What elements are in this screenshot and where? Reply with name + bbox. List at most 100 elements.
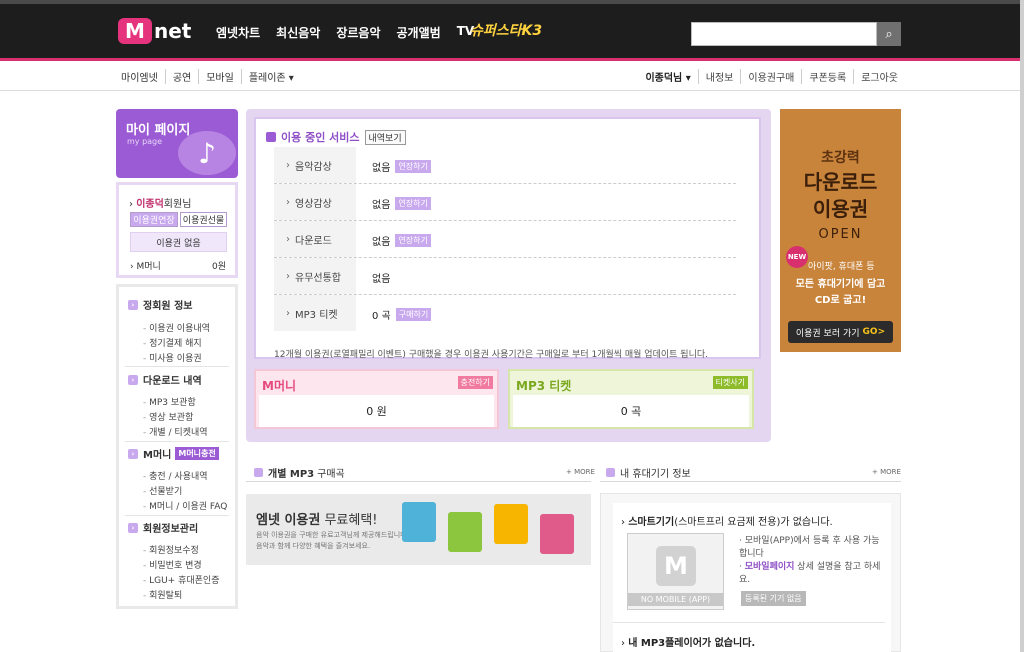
history-button[interactable]: 내역보기 (364, 129, 406, 145)
divider (600, 481, 901, 482)
service-value: 없음 (372, 274, 391, 285)
service-value: 없음 연장하기 (372, 196, 431, 211)
nav-genre[interactable]: 장르음악 (336, 24, 380, 41)
subnav-coupon[interactable]: 쿠폰등록 (802, 69, 855, 84)
service-row: 다운로드 없음연장하기 (274, 221, 736, 258)
user-box: › 이종덕회원님 이용권연장 이용권선물 이용권 없음 › M머니 0원 (116, 182, 238, 278)
sidebar-item-ticket-history[interactable]: 개별 / 티켓내역 (143, 425, 207, 438)
divider (613, 622, 885, 623)
services-panel: 이용 중인 서비스내역보기 음악감상 없음연장하기 영상감상 없음연장하기 다운… (246, 109, 771, 442)
new-badge: NEW (786, 246, 808, 268)
sidebar-item-withdraw[interactable]: 회원탈퇴 (143, 588, 182, 601)
pass-label: 이용권 (156, 238, 182, 249)
banner-title: 엠넷 이용권 무료혜택! (256, 513, 378, 528)
search-input[interactable] (691, 22, 877, 46)
nav-latest[interactable]: 최신음악 (276, 24, 320, 41)
view-pass-button[interactable]: 이용권 보러 가기 GO> (788, 321, 893, 343)
mnet-mobile-icon: M (656, 546, 696, 586)
mobile-page-link[interactable]: 모바일페이지 (745, 562, 795, 572)
nav-album[interactable]: 공개앨범 (397, 24, 441, 41)
service-label: MP3 티켓 (274, 295, 356, 331)
sidebar-item-unused-pass[interactable]: 미사용 이용권 (143, 351, 202, 364)
free-benefit-banner[interactable]: 엠넷 이용권 무료혜택! 음악 이용권을 구매한 유료고객님께 제공해드립니다.… (246, 494, 591, 565)
mypage-title: 마이 페이지 (126, 123, 191, 138)
services-note: 12개월 이용권(로열패밀리 이벤트) 구매했을 경우 이용권 사용기간은 구매… (274, 350, 708, 360)
buy-ticket-button[interactable]: 티켓사기 (712, 376, 748, 389)
sidebar-item-change-password[interactable]: 비밀번호 변경 (143, 558, 202, 571)
service-value: 없음 연장하기 (372, 233, 431, 248)
subnav-concert[interactable]: 공연 (166, 69, 200, 84)
service-label: 음악감상 (274, 147, 356, 183)
subnav-playzone[interactable]: 플레이존 ▾ (242, 69, 301, 84)
mp3-ticket-title: MP3 티켓 (516, 379, 572, 393)
sidebar-item-phone-auth[interactable]: LGU+ 휴대폰인증 (143, 573, 219, 586)
section-mmoney[interactable]: › M머니 M머니충전 (128, 446, 219, 461)
nav-chart[interactable]: 엠넷차트 (216, 24, 260, 41)
service-label: 유무선통합 (274, 258, 356, 294)
top-header: M net 엠넷차트 최신음악 장르음악 공개앨범 TV 슈퍼스타K3 ⌕ (0, 0, 1024, 61)
sidebar-item-edit-profile[interactable]: 회원정보수정 (143, 543, 199, 556)
download-pass-ad[interactable]: 초강력 다운로드 이용권 OPEN NEW 아이팟, 휴대폰 등 모든 휴대기기… (780, 109, 901, 352)
registered-devices-button[interactable]: 등록된 기기 없음 (741, 591, 806, 606)
extend-button[interactable]: 연장하기 (395, 197, 431, 210)
ad-line3: 이용권 (812, 197, 869, 221)
sub-nav: 마이엠넷 공연 모바일 플레이존 ▾ 이종덕님 ▾ 내정보 이용권구매 쿠폰등록… (0, 61, 1024, 91)
service-label: 다운로드 (274, 221, 356, 257)
search-bar: ⌕ (691, 22, 901, 46)
buy-button[interactable]: 구매하기 (395, 308, 432, 321)
sidebar-item-pass-history[interactable]: 이용권 이용내역 (143, 321, 210, 334)
smart-device-status: › 스마트기기(스마트프리 요금제 전용)가 없습니다. (621, 517, 833, 528)
section-downloads[interactable]: › 다운로드 내역 (128, 372, 202, 387)
chevron-right-icon: › (128, 522, 138, 533)
device-desc1: · 모바일(APP)에서 등록 후 사용 가능합니다 (739, 536, 880, 559)
service-row: MP3 티켓 0 곡구매하기 (274, 295, 736, 332)
device-desc2: · 모바일페이지 상세 설명을 참고 하세요. (739, 562, 881, 585)
extend-button[interactable]: 연장하기 (395, 234, 431, 247)
mmoney-title: M머니 (262, 379, 297, 393)
sidebar-item-receive-gift[interactable]: 선물받기 (143, 484, 182, 497)
subnav-myinfo[interactable]: 내정보 (699, 69, 742, 84)
mp3-player-status: › 내 MP3플레이어가 없습니다. (621, 638, 756, 649)
sidebar-item-video-storage[interactable]: 영상 보관함 (143, 410, 193, 423)
gift-pass-button[interactable]: 이용권선물 (180, 212, 227, 227)
sidebar-item-cancel-subscription[interactable]: 정기결제 해지 (143, 336, 202, 349)
scrollbar[interactable] (1020, 0, 1024, 652)
page: M net 엠넷차트 최신음악 장르음악 공개앨범 TV 슈퍼스타K3 ⌕ 마이… (0, 0, 1024, 652)
user-menu[interactable]: 이종덕님 ▾ (638, 69, 699, 84)
superstar-k3-link[interactable]: 슈퍼스타K3 (470, 20, 542, 40)
sidebar-item-mp3-storage[interactable]: MP3 보관함 (143, 395, 196, 408)
service-row: 유무선통합 없음 (274, 258, 736, 295)
subnav-buy-pass[interactable]: 이용권구매 (741, 69, 803, 84)
service-row: 영상감상 없음연장하기 (274, 184, 736, 221)
device-box: › 스마트기기(스마트프리 요금제 전용)가 없습니다. M NO MOBILE… (600, 493, 901, 652)
mnet-logo[interactable]: M net (118, 17, 191, 45)
mypage-banner[interactable]: 마이 페이지 my page ♪ (116, 109, 238, 178)
mp3-more-link[interactable]: + MORE (566, 468, 595, 476)
benefit-card-icon (494, 504, 528, 544)
section-membership[interactable]: › 정회원 정보 (128, 297, 192, 312)
divider (125, 441, 229, 442)
pass-status: 이용권 없음 (130, 232, 227, 252)
banner-desc2: 음악과 함께 다양한 혜택을 즐겨보세요. (256, 542, 371, 550)
square-icon (266, 132, 276, 142)
mmoney-box: M머니 충전하기 0 원 (254, 369, 499, 429)
subnav-mymnet[interactable]: 마이엠넷 (121, 69, 166, 84)
search-icon[interactable]: ⌕ (877, 22, 901, 46)
ad-line6: 모든 휴대기기에 담고 (795, 279, 886, 290)
extend-pass-button[interactable]: 이용권연장 (130, 212, 178, 227)
mmoney-label: › M머니 (130, 262, 161, 272)
device-more-link[interactable]: + MORE (872, 468, 901, 476)
extend-button[interactable]: 연장하기 (395, 160, 431, 173)
section-account[interactable]: › 회원정보관리 (128, 520, 198, 535)
device-section-title: 내 휴대기기 정보 (606, 465, 691, 480)
divider (125, 366, 229, 367)
mmoney-charge-button[interactable]: 충전하기 (457, 376, 493, 389)
mmoney-charge-button[interactable]: M머니충전 (175, 447, 219, 460)
logo-m: M (118, 18, 152, 44)
sidebar-item-faq[interactable]: M머니 / 이용권 FAQ (143, 499, 227, 512)
user-name: 이종덕 (136, 199, 164, 210)
sidebar-item-charge-history[interactable]: 충전 / 사용내역 (143, 469, 207, 482)
subnav-logout[interactable]: 로그아웃 (854, 69, 898, 84)
no-mobile-label: NO MOBILE (APP) (628, 593, 723, 606)
subnav-mobile[interactable]: 모바일 (199, 69, 242, 84)
